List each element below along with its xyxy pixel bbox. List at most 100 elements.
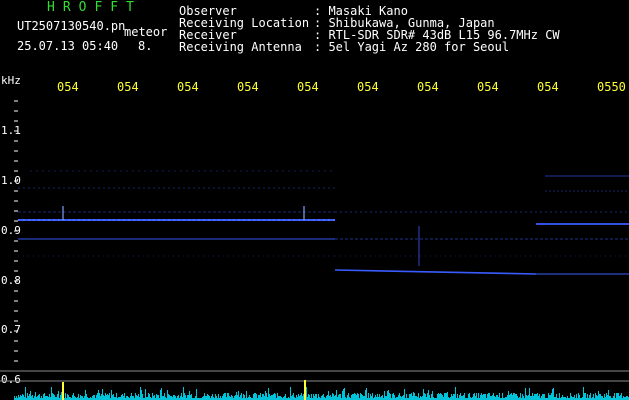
noise-bar — [142, 394, 143, 400]
noise-bar — [379, 394, 380, 400]
noise-bar — [188, 395, 189, 400]
noise-bar — [127, 396, 128, 400]
noise-bar — [272, 395, 273, 400]
noise-bar — [424, 393, 425, 400]
time-label: 054 — [237, 80, 259, 94]
noise-bar — [377, 394, 378, 400]
noise-floor — [14, 380, 629, 400]
noise-bar — [608, 390, 609, 400]
noise-bar — [510, 394, 511, 400]
noise-bar — [489, 393, 490, 400]
noise-bar — [94, 395, 95, 400]
time-label: 054 — [297, 80, 319, 94]
noise-bar — [168, 394, 169, 400]
noise-bar — [299, 396, 300, 400]
noise-bar — [536, 394, 537, 400]
noise-bar — [187, 395, 188, 400]
noise-bar — [381, 396, 382, 400]
noise-bar — [262, 394, 263, 400]
noise-bar — [258, 395, 259, 400]
noise-bar — [552, 389, 553, 400]
noise-bar — [484, 394, 485, 400]
noise-bar — [410, 394, 411, 400]
noise-bar — [451, 394, 452, 400]
noise-bar — [104, 396, 105, 400]
noise-bar — [412, 396, 413, 400]
noise-bar — [593, 394, 594, 400]
noise-bar — [14, 396, 15, 400]
noise-bar — [85, 390, 86, 400]
noise-bar — [485, 394, 486, 400]
noise-bar — [353, 394, 354, 400]
noise-bar — [499, 393, 500, 400]
noise-bar — [446, 393, 447, 400]
noise-bar — [49, 394, 50, 400]
noise-bar — [338, 395, 339, 400]
noise-bar — [445, 393, 446, 400]
noise-bar — [309, 395, 310, 400]
noise-bar — [212, 394, 213, 400]
noise-bar — [273, 394, 274, 400]
noise-bar — [528, 395, 529, 400]
noise-bar — [507, 395, 508, 400]
noise-bar — [525, 388, 526, 400]
noise-bar — [266, 393, 267, 400]
noise-bar — [481, 393, 482, 400]
antenna-value: : 5el Yagi Az 280 for Seoul — [314, 40, 510, 54]
noise-bar — [393, 393, 394, 400]
noise-bar — [459, 395, 460, 400]
noise-bar — [553, 388, 554, 400]
noise-bar — [149, 394, 150, 400]
noise-bar — [352, 394, 353, 400]
noise-bar — [246, 391, 247, 400]
noise-bar — [238, 391, 239, 400]
noise-bar — [461, 396, 462, 400]
noise-bar — [606, 393, 607, 400]
noise-bar — [529, 388, 530, 400]
time-label: 054 — [537, 80, 559, 94]
noise-bar — [113, 394, 114, 400]
noise-bar — [330, 395, 331, 400]
noise-bar — [235, 395, 236, 400]
noise-bar — [256, 394, 257, 400]
noise-bar — [82, 396, 83, 400]
noise-bar — [343, 389, 344, 400]
noise-bar — [399, 393, 400, 400]
noise-bar — [492, 395, 493, 400]
noise-bar — [333, 394, 334, 400]
noise-bar — [229, 396, 230, 400]
noise-bar — [195, 396, 196, 400]
noise-bar — [284, 396, 285, 400]
noise-bar — [51, 387, 52, 400]
noise-bar — [511, 393, 512, 400]
noise-bar — [157, 395, 158, 400]
peak-bar — [62, 382, 64, 400]
noise-bar — [589, 395, 590, 400]
noise-bar — [356, 395, 357, 400]
noise-bar — [28, 396, 29, 400]
noise-bar — [368, 393, 369, 400]
noise-bar — [439, 394, 440, 400]
noise-bar — [44, 393, 45, 400]
noise-bar — [133, 396, 134, 400]
noise-bar — [321, 396, 322, 400]
noise-bar — [571, 396, 572, 400]
noise-bar — [177, 396, 178, 400]
noise-bar — [392, 394, 393, 400]
noise-bar — [437, 394, 438, 400]
noise-bar — [438, 393, 439, 400]
noise-bar — [37, 396, 38, 400]
noise-bar — [253, 394, 254, 400]
noise-bar — [137, 396, 138, 400]
noise-bar — [537, 393, 538, 400]
noise-bar — [398, 395, 399, 400]
noise-bar — [418, 393, 419, 400]
noise-bar — [208, 395, 209, 400]
noise-bar — [423, 389, 424, 400]
noise-bar — [579, 395, 580, 400]
noise-bar — [314, 396, 315, 400]
noise-bar — [196, 389, 197, 400]
noise-bar — [111, 390, 112, 400]
time-label: 054 — [57, 80, 79, 94]
noise-bar — [551, 393, 552, 400]
